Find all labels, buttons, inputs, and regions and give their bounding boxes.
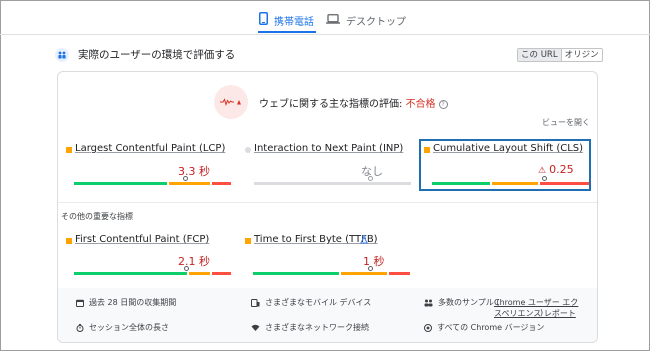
fcp-distribution-bar — [74, 272, 231, 275]
ttfb-value: 1 秒 — [363, 255, 385, 268]
footer-samples: 多数のサンプル ( — [424, 297, 499, 308]
tab-mobile[interactable]: 携帯電話 — [259, 8, 314, 32]
users-icon — [55, 48, 69, 62]
active-tab-indicator — [258, 31, 316, 33]
inp-distribution-bar — [254, 182, 411, 185]
ttfb-status-square-icon — [245, 238, 251, 244]
crux-report-link[interactable]: Chrome ユーザー エクスペリエンス レポート — [494, 297, 581, 319]
phone-icon — [259, 12, 268, 28]
footer-period-text: 過去 28 日間の収集期間 — [89, 298, 177, 307]
footer-devices-text: さまざまなモバイル デバイス — [265, 298, 372, 307]
fcp-p75-marker — [184, 266, 189, 271]
timer-icon — [76, 323, 84, 332]
footer-devices: さまざまなモバイル デバイス — [251, 297, 371, 308]
cls-highlight-box — [419, 139, 591, 191]
section-divider — [58, 202, 597, 203]
footer-network: さまざまなネットワーク接続 — [251, 322, 369, 333]
footer-versions: すべての Chrome バージョン — [424, 322, 544, 333]
lcp-status-square-icon — [66, 147, 72, 153]
footer-samples-text: 多数のサンプル ( — [438, 298, 500, 307]
help-icon[interactable]: ? — [438, 100, 448, 109]
footer-versions-text: すべての Chrome バージョン — [437, 323, 545, 332]
experimental-flask-icon[interactable] — [359, 235, 369, 246]
footer-session-text: セッション全体の長さ — [89, 323, 169, 332]
lcp-metric-name[interactable]: Largest Contentful Paint (LCP) — [75, 143, 225, 154]
inp-metric-name[interactable]: Interaction to Next Paint (INP) — [254, 143, 403, 154]
fcp-status-square-icon — [66, 238, 72, 244]
url-origin-toggle: この URL オリジン — [517, 48, 603, 62]
ttfb-distribution-bar — [253, 272, 410, 275]
wifi-icon — [251, 324, 260, 331]
lcp-distribution-bar — [74, 182, 231, 185]
footer-samples-suffix: ) — [540, 308, 544, 317]
footer-session: セッション全体の長さ — [76, 322, 169, 333]
toggle-origin[interactable]: オリジン — [562, 49, 602, 61]
ttfb-p75-marker — [368, 266, 373, 271]
assessment-result: 不合格 — [405, 99, 436, 110]
cwv-badge-icon — [214, 85, 248, 119]
fcp-value: 2.1 秒 — [178, 255, 210, 268]
footer-period: 過去 28 日間の収集期間 — [76, 297, 176, 308]
tab-desktop[interactable]: デスクトップ — [326, 8, 406, 32]
laptop-icon — [326, 13, 340, 27]
fcp-metric-name[interactable]: First Contentful Paint (FCP) — [75, 234, 209, 245]
calendar-icon — [76, 299, 84, 307]
assessment-label: ウェブに関する主な指標の評価: — [259, 99, 406, 110]
other-metrics-title: その他の重要な指標 — [61, 212, 133, 221]
users-group-icon — [424, 299, 433, 307]
chrome-icon — [424, 323, 432, 332]
crux-link-line1[interactable]: Chrome ユーザー エクスペリエンス レポート ) — [494, 297, 581, 319]
inp-status-dot-icon — [245, 147, 251, 153]
tabs-divider — [0, 34, 650, 35]
lcp-p75-marker — [183, 176, 188, 181]
inp-p75-marker — [368, 176, 373, 181]
section-title: 実際のユーザーの環境で評価する — [78, 49, 236, 61]
toggle-this-url[interactable]: この URL — [518, 49, 562, 61]
tab-desktop-label: デスクトップ — [346, 16, 406, 28]
devices-icon — [251, 298, 260, 307]
expand-view-link[interactable]: ビューを開く — [542, 117, 590, 128]
tab-mobile-label: 携帯電話 — [274, 16, 314, 28]
footer-network-text: さまざまなネットワーク接続 — [265, 323, 369, 332]
cwv-assessment: ウェブに関する主な指標の評価: 不合格? — [259, 95, 448, 110]
